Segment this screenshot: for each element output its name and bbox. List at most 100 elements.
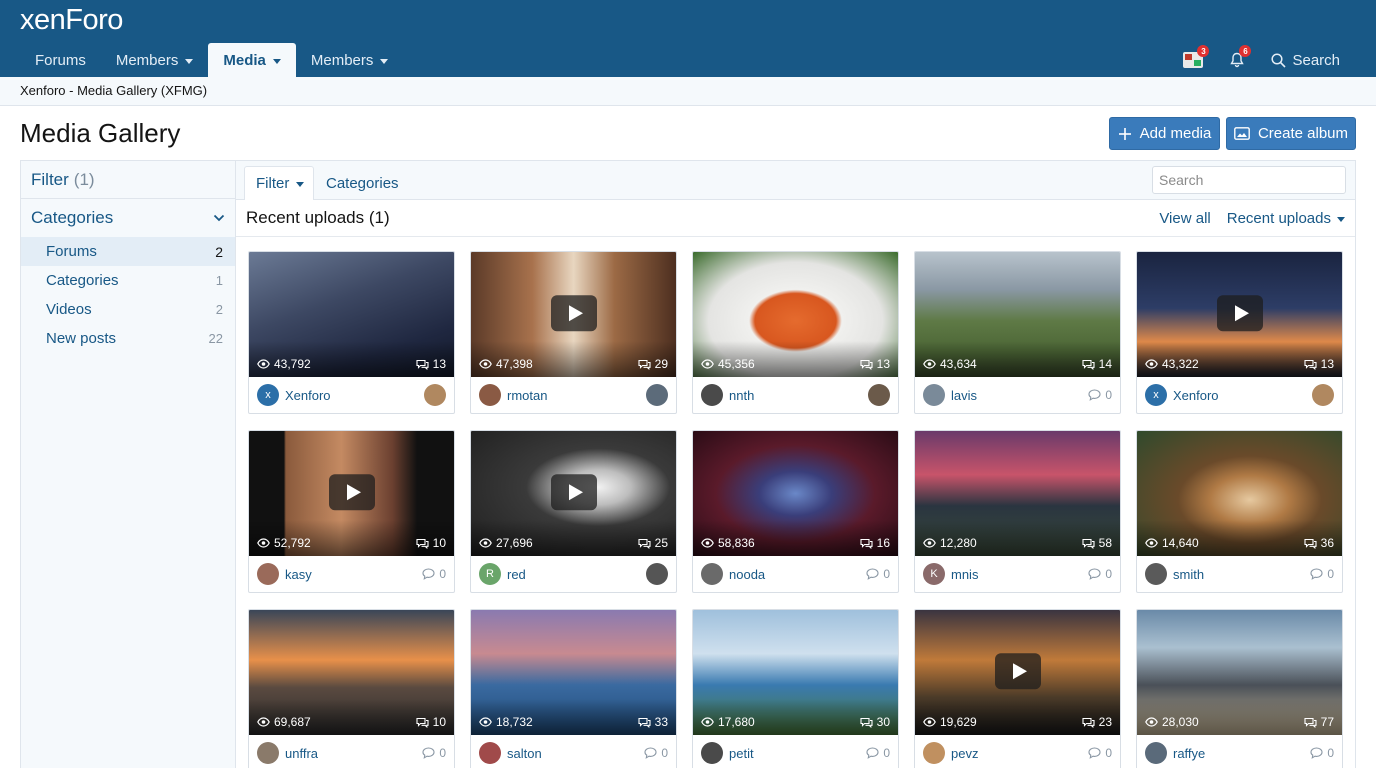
caret-down-icon bbox=[296, 182, 305, 187]
caret-down-icon[interactable] bbox=[272, 58, 281, 64]
media-card[interactable]: 58,836 16 nooda 0 bbox=[692, 430, 899, 593]
username-link[interactable]: mnis bbox=[951, 567, 1082, 582]
avatar[interactable] bbox=[1312, 384, 1334, 406]
caret-down-icon[interactable] bbox=[185, 58, 194, 64]
sidebar-categories-toggle[interactable]: Categories bbox=[21, 199, 235, 237]
avatar[interactable] bbox=[701, 384, 723, 406]
media-card[interactable]: 45,356 13 nnth bbox=[692, 251, 899, 414]
media-thumbnail[interactable]: 14,640 36 bbox=[1137, 431, 1342, 556]
media-card[interactable]: 28,030 77 raffye 0 bbox=[1136, 609, 1343, 768]
media-thumbnail[interactable]: 69,687 10 bbox=[249, 610, 454, 735]
media-card[interactable]: 52,792 10 kasy 0 bbox=[248, 430, 455, 593]
sort-dropdown[interactable]: Recent uploads bbox=[1227, 210, 1345, 227]
avatar[interactable] bbox=[257, 742, 279, 764]
media-thumbnail[interactable]: 58,836 16 bbox=[693, 431, 898, 556]
avatar[interactable] bbox=[646, 563, 668, 585]
avatar[interactable] bbox=[701, 742, 723, 764]
view-all-link[interactable]: View all bbox=[1159, 210, 1210, 227]
sidebar-item-forums[interactable]: Forums 2 bbox=[21, 237, 235, 266]
site-logo[interactable]: xenForo bbox=[20, 4, 123, 37]
avatar[interactable] bbox=[424, 384, 446, 406]
media-thumbnail[interactable]: 27,696 25 bbox=[471, 431, 676, 556]
media-thumbnail[interactable]: 43,634 14 bbox=[915, 252, 1120, 377]
play-icon[interactable] bbox=[994, 652, 1041, 689]
username-link[interactable]: nooda bbox=[729, 567, 860, 582]
username-link[interactable]: pevz bbox=[951, 746, 1082, 761]
username-link[interactable]: petit bbox=[729, 746, 860, 761]
media-card[interactable]: 69,687 10 unffra 0 bbox=[248, 609, 455, 768]
sidebar-item-categories[interactable]: Categories 1 bbox=[21, 266, 235, 295]
media-card[interactable]: 17,680 30 petit 0 bbox=[692, 609, 899, 768]
media-card[interactable]: 12,280 58 Kmnis 0 bbox=[914, 430, 1121, 593]
media-thumbnail[interactable]: 19,629 23 bbox=[915, 610, 1120, 735]
username-link[interactable]: unffra bbox=[285, 746, 416, 761]
avatar[interactable] bbox=[1145, 742, 1167, 764]
sidebar-filter[interactable]: Filter (1) bbox=[21, 161, 235, 199]
username-link[interactable]: lavis bbox=[951, 388, 1082, 403]
media-card[interactable]: 43,792 13 x Xenforo bbox=[248, 251, 455, 414]
media-thumbnail[interactable]: 18,732 33 bbox=[471, 610, 676, 735]
media-thumbnail[interactable]: 52,792 10 bbox=[249, 431, 454, 556]
sidebar-item-new-posts[interactable]: New posts 22 bbox=[21, 324, 235, 353]
play-icon[interactable] bbox=[550, 473, 597, 510]
media-thumbnail[interactable]: 12,280 58 bbox=[915, 431, 1120, 556]
media-card[interactable]: 43,634 14 lavis 0 bbox=[914, 251, 1121, 414]
avatar[interactable] bbox=[701, 563, 723, 585]
avatar[interactable] bbox=[923, 742, 945, 764]
avatar[interactable]: x bbox=[257, 384, 279, 406]
breadcrumb[interactable]: Xenforo - Media Gallery (XFMG) bbox=[20, 83, 207, 98]
avatar[interactable] bbox=[646, 384, 668, 406]
comment-count: 16 bbox=[860, 536, 890, 550]
media-thumbnail[interactable]: 43,792 13 bbox=[249, 252, 454, 377]
nav-item-members-3[interactable]: Members bbox=[296, 43, 404, 77]
media-card[interactable]: 19,629 23 pevz 0 bbox=[914, 609, 1121, 768]
language-button[interactable]: 3 bbox=[1183, 45, 1210, 68]
avatar[interactable]: K bbox=[923, 563, 945, 585]
add-media-button[interactable]: Add media bbox=[1109, 117, 1220, 150]
tab-categories[interactable]: Categories bbox=[326, 166, 399, 200]
username-link[interactable]: nnth bbox=[729, 388, 862, 403]
media-thumbnail[interactable]: 43,322 13 bbox=[1137, 252, 1342, 377]
media-thumbnail[interactable]: 47,398 29 bbox=[471, 252, 676, 377]
media-search-input[interactable] bbox=[1152, 166, 1346, 194]
avatar[interactable] bbox=[479, 384, 501, 406]
media-thumbnail[interactable]: 17,680 30 bbox=[693, 610, 898, 735]
avatar[interactable] bbox=[923, 384, 945, 406]
search-button[interactable]: Search bbox=[1271, 52, 1340, 69]
username-link[interactable]: Xenforo bbox=[285, 388, 418, 403]
username-link[interactable]: rmotan bbox=[507, 388, 640, 403]
media-thumbnail[interactable]: 28,030 77 bbox=[1137, 610, 1342, 735]
view-count: 52,792 bbox=[257, 536, 311, 550]
caret-down-icon[interactable] bbox=[380, 58, 389, 64]
username-link[interactable]: salton bbox=[507, 746, 638, 761]
reply-count-value: 0 bbox=[1105, 567, 1112, 581]
sidebar-item-videos[interactable]: Videos 2 bbox=[21, 295, 235, 324]
avatar[interactable] bbox=[257, 563, 279, 585]
username-link[interactable]: raffye bbox=[1173, 746, 1304, 761]
play-icon[interactable] bbox=[1216, 294, 1263, 331]
avatar[interactable]: x bbox=[1145, 384, 1167, 406]
media-card[interactable]: 43,322 13 x Xenforo bbox=[1136, 251, 1343, 414]
avatar[interactable] bbox=[1145, 563, 1167, 585]
media-thumbnail[interactable]: 45,356 13 bbox=[693, 252, 898, 377]
media-card[interactable]: 27,696 25 Rred bbox=[470, 430, 677, 593]
avatar[interactable] bbox=[479, 742, 501, 764]
play-icon[interactable] bbox=[550, 294, 597, 331]
username-link[interactable]: smith bbox=[1173, 567, 1304, 582]
play-icon[interactable] bbox=[328, 473, 375, 510]
alerts-button[interactable]: 6 bbox=[1229, 45, 1252, 68]
username-link[interactable]: red bbox=[507, 567, 640, 582]
create-album-button[interactable]: Create album bbox=[1226, 117, 1356, 150]
media-card-footer: unffra 0 bbox=[249, 735, 454, 768]
username-link[interactable]: Xenforo bbox=[1173, 388, 1306, 403]
tab-filter[interactable]: Filter bbox=[244, 166, 314, 200]
nav-item-members-1[interactable]: Members bbox=[101, 43, 209, 77]
media-card[interactable]: 47,398 29 rmotan bbox=[470, 251, 677, 414]
nav-item-forums-0[interactable]: Forums bbox=[20, 43, 101, 77]
media-card[interactable]: 14,640 36 smith 0 bbox=[1136, 430, 1343, 593]
username-link[interactable]: kasy bbox=[285, 567, 416, 582]
avatar[interactable]: R bbox=[479, 563, 501, 585]
media-card[interactable]: 18,732 33 salton 0 bbox=[470, 609, 677, 768]
nav-item-media-2[interactable]: Media bbox=[208, 43, 296, 77]
avatar[interactable] bbox=[868, 384, 890, 406]
